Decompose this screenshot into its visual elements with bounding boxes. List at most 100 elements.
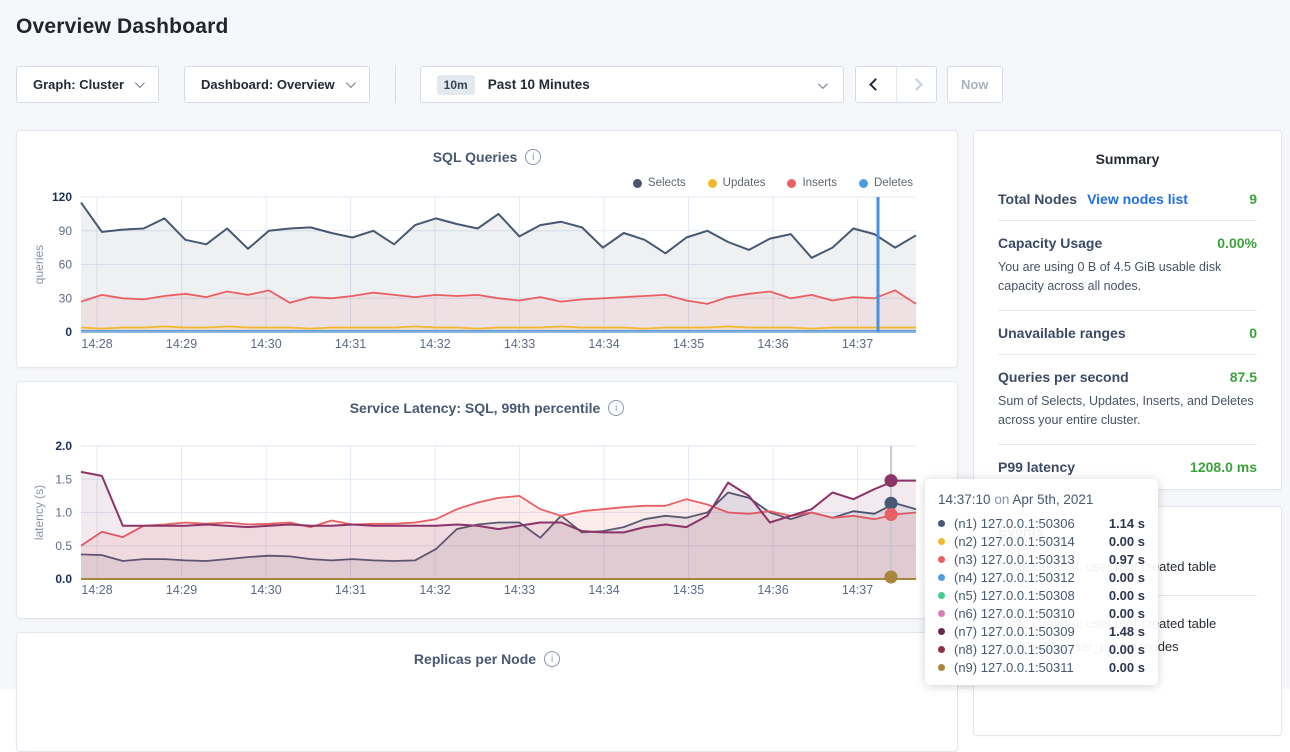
svg-text:14:37: 14:37 xyxy=(842,337,873,351)
info-icon[interactable]: i xyxy=(544,651,560,667)
svg-text:queries: queries xyxy=(32,245,46,284)
tooltip-node-row: (n7) 127.0.0.1:50309 1.48 s xyxy=(938,622,1145,640)
svg-text:14:30: 14:30 xyxy=(250,583,281,597)
svg-text:0: 0 xyxy=(65,325,72,339)
summary-row-capacity-usage: Capacity Usage 0.00% You are using 0 B of … xyxy=(998,221,1257,311)
arrow-left-icon xyxy=(869,78,882,91)
svg-text:14:33: 14:33 xyxy=(504,337,535,351)
node-color-dot-icon xyxy=(938,628,945,635)
svg-text:120: 120 xyxy=(52,190,72,204)
tooltip-node-row: (n1) 127.0.0.1:50306 1.14 s xyxy=(938,514,1145,532)
svg-text:14:30: 14:30 xyxy=(250,337,281,351)
tooltip-node-label: (n2) 127.0.0.1:50314 xyxy=(954,534,1075,549)
time-range-picker[interactable]: 10m Past 10 Minutes xyxy=(420,66,844,103)
tooltip-node-value: 1.48 s xyxy=(1109,624,1145,639)
tooltip-node-row: (n6) 127.0.0.1:503100.00 s xyxy=(938,604,1145,622)
dashboard-dropdown[interactable]: Dashboard: Overview xyxy=(184,66,370,103)
svg-text:14:37: 14:37 xyxy=(842,583,873,597)
time-prev-button[interactable] xyxy=(856,67,896,102)
tooltip-node-row: (n2) 127.0.0.1:50314 0.00 s xyxy=(938,532,1145,550)
svg-text:14:31: 14:31 xyxy=(335,337,366,351)
tooltip-timestamp: 14:37:10 on Apr 5th, 2021 xyxy=(938,492,1145,507)
arrow-right-icon xyxy=(910,78,923,91)
chart-hover-tooltip: 14:37:10 on Apr 5th, 2021 (n1) 127.0.0.1… xyxy=(925,479,1158,685)
graph-dropdown[interactable]: Graph: Cluster xyxy=(16,66,159,103)
svg-text:14:28: 14:28 xyxy=(81,337,112,351)
svg-text:14:32: 14:32 xyxy=(419,583,450,597)
svg-text:1.0: 1.0 xyxy=(55,506,72,520)
tooltip-node-value: 0.00 s xyxy=(1109,588,1145,603)
node-color-dot-icon xyxy=(938,556,945,563)
summary-panel: Summary Total Nodes View nodes list 9 Capac… xyxy=(973,130,1282,490)
tooltip-node-row: (n3) 127.0.0.1:50313 0.97 s xyxy=(938,550,1145,568)
chevron-down-icon xyxy=(818,79,828,89)
summary-row-queries-per-second: Queries per second87.5Sum of Selects, Up… xyxy=(998,355,1257,445)
svg-text:60: 60 xyxy=(59,258,73,272)
tooltip-node-row: (n8) 127.0.0.1:50307 0.00 s xyxy=(938,640,1145,658)
svg-text:14:34: 14:34 xyxy=(588,337,619,351)
replicas-per-node-title: Replicas per Node xyxy=(414,651,536,667)
tooltip-node-label: (n4) 127.0.0.1:50312 xyxy=(954,570,1075,585)
sql-queries-chart[interactable]: 0 30 60 90 120 14:28 14:29 14:30 14:31 14:32 14:33… xyxy=(17,131,959,369)
node-color-dot-icon xyxy=(938,538,945,545)
summary-label: Capacity Usage xyxy=(998,235,1102,251)
time-nav-group xyxy=(855,66,937,103)
page-title: Overview Dashboard xyxy=(0,0,1290,39)
node-color-dot-icon xyxy=(938,646,945,653)
tooltip-node-label: (n5) 127.0.0.1:50308 xyxy=(954,588,1075,603)
tooltip-node-value: 1.14 s xyxy=(1109,516,1145,531)
svg-text:0.0: 0.0 xyxy=(55,572,72,586)
svg-text:30: 30 xyxy=(59,291,73,305)
now-button[interactable]: Now xyxy=(947,66,1003,103)
svg-text:90: 90 xyxy=(59,224,73,238)
summary-subtext: You are using 0 B of 4.5 GiB usable disk… xyxy=(998,258,1257,297)
summary-row-total-nodes: Total Nodes View nodes list 9 xyxy=(998,177,1257,221)
tooltip-node-label: (n6) 127.0.0.1:50310 xyxy=(954,606,1075,621)
tooltip-node-value: 0.00 s xyxy=(1109,660,1145,675)
node-color-dot-icon xyxy=(938,592,945,599)
svg-text:2.0: 2.0 xyxy=(55,439,72,453)
tooltip-node-label: (n8) 127.0.0.1:50307 xyxy=(954,642,1075,657)
svg-text:14:32: 14:32 xyxy=(419,337,450,351)
tooltip-node-row: (n5) 127.0.0.1:50308 0.00 s xyxy=(938,586,1145,604)
summary-value: 0.00% xyxy=(1217,235,1257,251)
dashboard-dropdown-label: Dashboard: Overview xyxy=(201,77,335,92)
summary-value: 9 xyxy=(1249,191,1257,207)
svg-text:14:29: 14:29 xyxy=(166,583,197,597)
sql-queries-card: SQL Queries i SelectsUpdatesInsertsDelet… xyxy=(16,130,958,368)
tooltip-node-value: 0.97 s xyxy=(1109,552,1145,567)
summary-row-unavailable-ranges: Unavailable ranges0 xyxy=(998,311,1257,355)
tooltip-node-label: (n1) 127.0.0.1:50306 xyxy=(954,516,1075,531)
tooltip-node-row: (n4) 127.0.0.1:503120.00 s xyxy=(938,568,1145,586)
svg-text:14:35: 14:35 xyxy=(673,583,704,597)
summary-label: Unavailable ranges xyxy=(998,325,1126,341)
svg-text:1.5: 1.5 xyxy=(55,472,72,486)
toolbar-divider xyxy=(395,66,396,103)
summary-label: Queries per second xyxy=(998,369,1129,385)
node-color-dot-icon xyxy=(938,610,945,617)
node-color-dot-icon xyxy=(938,520,945,527)
time-window-label: Past 10 Minutes xyxy=(488,77,590,92)
time-window-badge: 10m xyxy=(437,75,475,95)
svg-text:0.5: 0.5 xyxy=(55,539,72,553)
service-latency-chart[interactable]: 0.00.51.01.52.014:2814:2914:3014:3114:32… xyxy=(17,382,959,620)
summary-title: Summary xyxy=(998,151,1257,167)
svg-text:14:29: 14:29 xyxy=(166,337,197,351)
tooltip-node-label: (n3) 127.0.0.1:50313 xyxy=(954,552,1075,567)
time-next-button[interactable] xyxy=(896,67,936,102)
summary-label: P99 latency xyxy=(998,459,1075,475)
node-color-dot-icon xyxy=(938,574,945,581)
summary-subtext: Sum of Selects, Updates, Inserts, and De… xyxy=(998,392,1257,431)
node-color-dot-icon xyxy=(938,664,945,671)
tooltip-node-value: 0.00 s xyxy=(1109,534,1145,549)
tooltip-node-value: 0.00 s xyxy=(1109,642,1145,657)
tooltip-node-label: (n9) 127.0.0.1:50311 xyxy=(954,660,1074,675)
svg-text:latency (s): latency (s) xyxy=(32,485,46,540)
graph-dropdown-label: Graph: Cluster xyxy=(33,77,124,92)
view-nodes-list-link[interactable]: View nodes list xyxy=(1087,191,1188,207)
svg-text:14:36: 14:36 xyxy=(757,337,788,351)
summary-label: Total Nodes xyxy=(998,191,1077,207)
tooltip-node-label: (n7) 127.0.0.1:50309 xyxy=(954,624,1075,639)
summary-value: 1208.0 ms xyxy=(1190,459,1257,475)
chevron-down-icon xyxy=(346,78,356,88)
